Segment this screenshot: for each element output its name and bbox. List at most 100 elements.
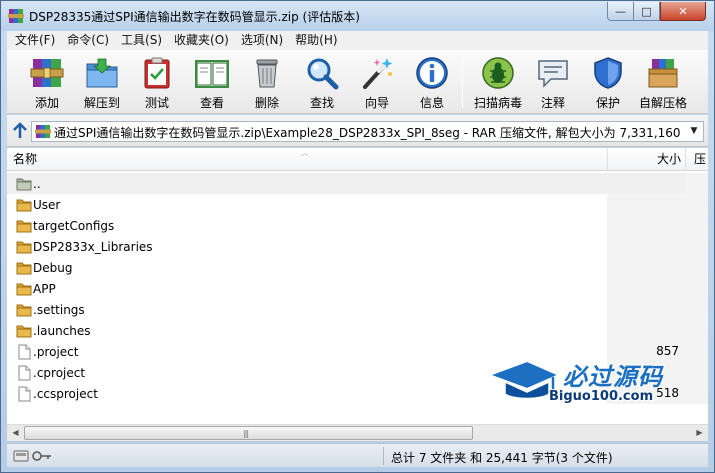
title-bar[interactable]: DSP28335通过SPI通信输出数字在数码管显示.zip (评估版本) — □… xyxy=(1,1,714,31)
file-packed-cell xyxy=(685,194,708,215)
file-name-cell: APP xyxy=(7,278,607,299)
sort-arrow-icon: ︿ xyxy=(301,149,308,157)
file-name-cell: .cproject xyxy=(7,362,607,383)
file-packed-cell xyxy=(685,236,708,257)
menu-help[interactable]: 帮助(H) xyxy=(289,31,343,50)
comment-button[interactable]: 注释 xyxy=(525,53,581,111)
menu-options[interactable]: 选项(N) xyxy=(235,31,289,50)
file-icon xyxy=(18,365,31,381)
file-name-cell: .settings xyxy=(7,299,607,320)
test-button[interactable]: 测试 xyxy=(129,53,185,111)
file-size xyxy=(607,257,685,278)
file-size xyxy=(607,215,685,236)
bug-scan-icon xyxy=(482,57,514,89)
view-button[interactable]: 查看 xyxy=(184,53,240,111)
self-extracting-box-icon xyxy=(648,59,678,88)
find-label: 查找 xyxy=(309,96,334,110)
list-header: 名称 ︿ 大小 压 xyxy=(7,148,708,171)
wizard-button[interactable]: 向导 xyxy=(349,53,405,111)
file-packed-cell xyxy=(685,173,708,194)
info-button[interactable]: 信息 xyxy=(404,53,460,111)
file-name-cell: .launches xyxy=(7,320,607,341)
menu-favorites[interactable]: 收藏夹(O) xyxy=(168,31,235,50)
file-size xyxy=(607,194,685,215)
toolbar: 添加 解压到 测试 查看 删除 查找 向导 信息 扫描病毒 注释 保护 自解压格 xyxy=(7,50,708,114)
add-button[interactable]: 添加 xyxy=(19,53,75,111)
address-bar: 通过SPI通信输出数字在数码管显示.zip\Example28_DSP2833x… xyxy=(7,115,708,147)
file-name: .project xyxy=(33,345,79,359)
folder-icon xyxy=(16,325,32,338)
status-summary: 总计 7 文件夹 和 25,441 字节(3 个文件) xyxy=(391,451,613,465)
protect-label: 保护 xyxy=(595,96,620,110)
file-name: .ccsproject xyxy=(33,387,98,401)
file-row[interactable]: DSP2833x_Libraries xyxy=(7,236,708,257)
file-name-cell: .ccsproject xyxy=(7,383,607,404)
address-field[interactable]: 通过SPI通信输出数字在数码管显示.zip\Example28_DSP2833x… xyxy=(31,121,704,142)
file-row[interactable]: .settings xyxy=(7,299,708,320)
chevron-down-icon[interactable]: ▼ xyxy=(687,124,701,139)
file-row[interactable]: targetConfigs xyxy=(7,215,708,236)
info-icon xyxy=(416,57,448,89)
file-packed-cell xyxy=(685,383,708,404)
magic-wand-icon xyxy=(363,58,393,89)
file-name-cell: User xyxy=(7,194,607,215)
file-size xyxy=(607,320,685,341)
file-row[interactable]: .cproject xyxy=(7,362,708,383)
menu-file[interactable]: 文件(F) xyxy=(9,31,61,50)
minimize-button[interactable]: — xyxy=(607,2,634,21)
file-name-cell: DSP2833x_Libraries xyxy=(7,236,607,257)
clipboard-check-icon xyxy=(144,57,170,89)
view-label: 查看 xyxy=(199,96,224,110)
file-name: .. xyxy=(33,177,41,191)
status-separator xyxy=(383,447,384,465)
file-packed-cell xyxy=(685,299,708,320)
file-row[interactable]: User xyxy=(7,194,708,215)
file-name: APP xyxy=(33,282,56,296)
close-button[interactable]: ✕ xyxy=(660,2,706,21)
file-name-cell: targetConfigs xyxy=(7,215,607,236)
drive-key-icon[interactable] xyxy=(13,449,53,463)
parent-folder-icon xyxy=(16,178,32,191)
search-icon xyxy=(307,58,339,90)
sfx-button[interactable]: 自解压格 xyxy=(635,53,691,111)
find-button[interactable]: 查找 xyxy=(294,53,350,111)
folder-icon xyxy=(16,220,32,233)
horizontal-scrollbar[interactable]: ◀ ||| ▶ xyxy=(7,424,708,441)
menu-tools[interactable]: 工具(S) xyxy=(115,31,168,50)
add-archive-icon xyxy=(30,59,64,87)
file-size: 518 xyxy=(607,383,685,404)
scroll-left-icon[interactable]: ◀ xyxy=(7,425,24,441)
up-folder-icon[interactable] xyxy=(11,121,29,141)
info-label: 信息 xyxy=(419,96,444,110)
file-row[interactable]: APP xyxy=(7,278,708,299)
menu-command[interactable]: 命令(C) xyxy=(61,31,115,50)
file-packed-cell xyxy=(685,215,708,236)
virus-scan-button[interactable]: 扫描病毒 xyxy=(470,53,526,111)
file-row[interactable]: .. xyxy=(7,173,708,194)
comment-icon xyxy=(538,60,568,88)
file-name: Debug xyxy=(33,261,73,275)
file-packed-cell xyxy=(685,320,708,341)
virus-scan-label: 扫描病毒 xyxy=(473,96,522,110)
extract-to-button[interactable]: 解压到 xyxy=(74,53,130,111)
protect-button[interactable]: 保护 xyxy=(580,53,636,111)
scroll-right-icon[interactable]: ▶ xyxy=(691,425,708,441)
file-row[interactable]: .ccsproject 518 xyxy=(7,383,708,404)
delete-button[interactable]: 删除 xyxy=(239,53,295,111)
file-name: .launches xyxy=(33,324,91,338)
file-packed-cell xyxy=(685,362,708,383)
file-row[interactable]: .project 857 xyxy=(7,341,708,362)
file-list: 名称 ︿ 大小 压 .. User targetConfigs DSP2833x_Li… xyxy=(7,148,708,441)
winrar-app-icon xyxy=(8,9,24,23)
folder-icon xyxy=(16,304,32,317)
file-row[interactable]: Debug xyxy=(7,257,708,278)
file-name: User xyxy=(33,198,61,212)
scrollbar-thumb[interactable]: ||| xyxy=(24,426,473,440)
folder-icon xyxy=(16,241,32,254)
column-header-packed[interactable]: 压 xyxy=(685,148,708,171)
extract-to-label: 解压到 xyxy=(83,96,120,110)
column-header-size[interactable]: 大小 xyxy=(607,148,685,171)
wizard-label: 向导 xyxy=(364,96,389,110)
maximize-button[interactable]: □ xyxy=(634,2,660,21)
file-row[interactable]: .launches xyxy=(7,320,708,341)
